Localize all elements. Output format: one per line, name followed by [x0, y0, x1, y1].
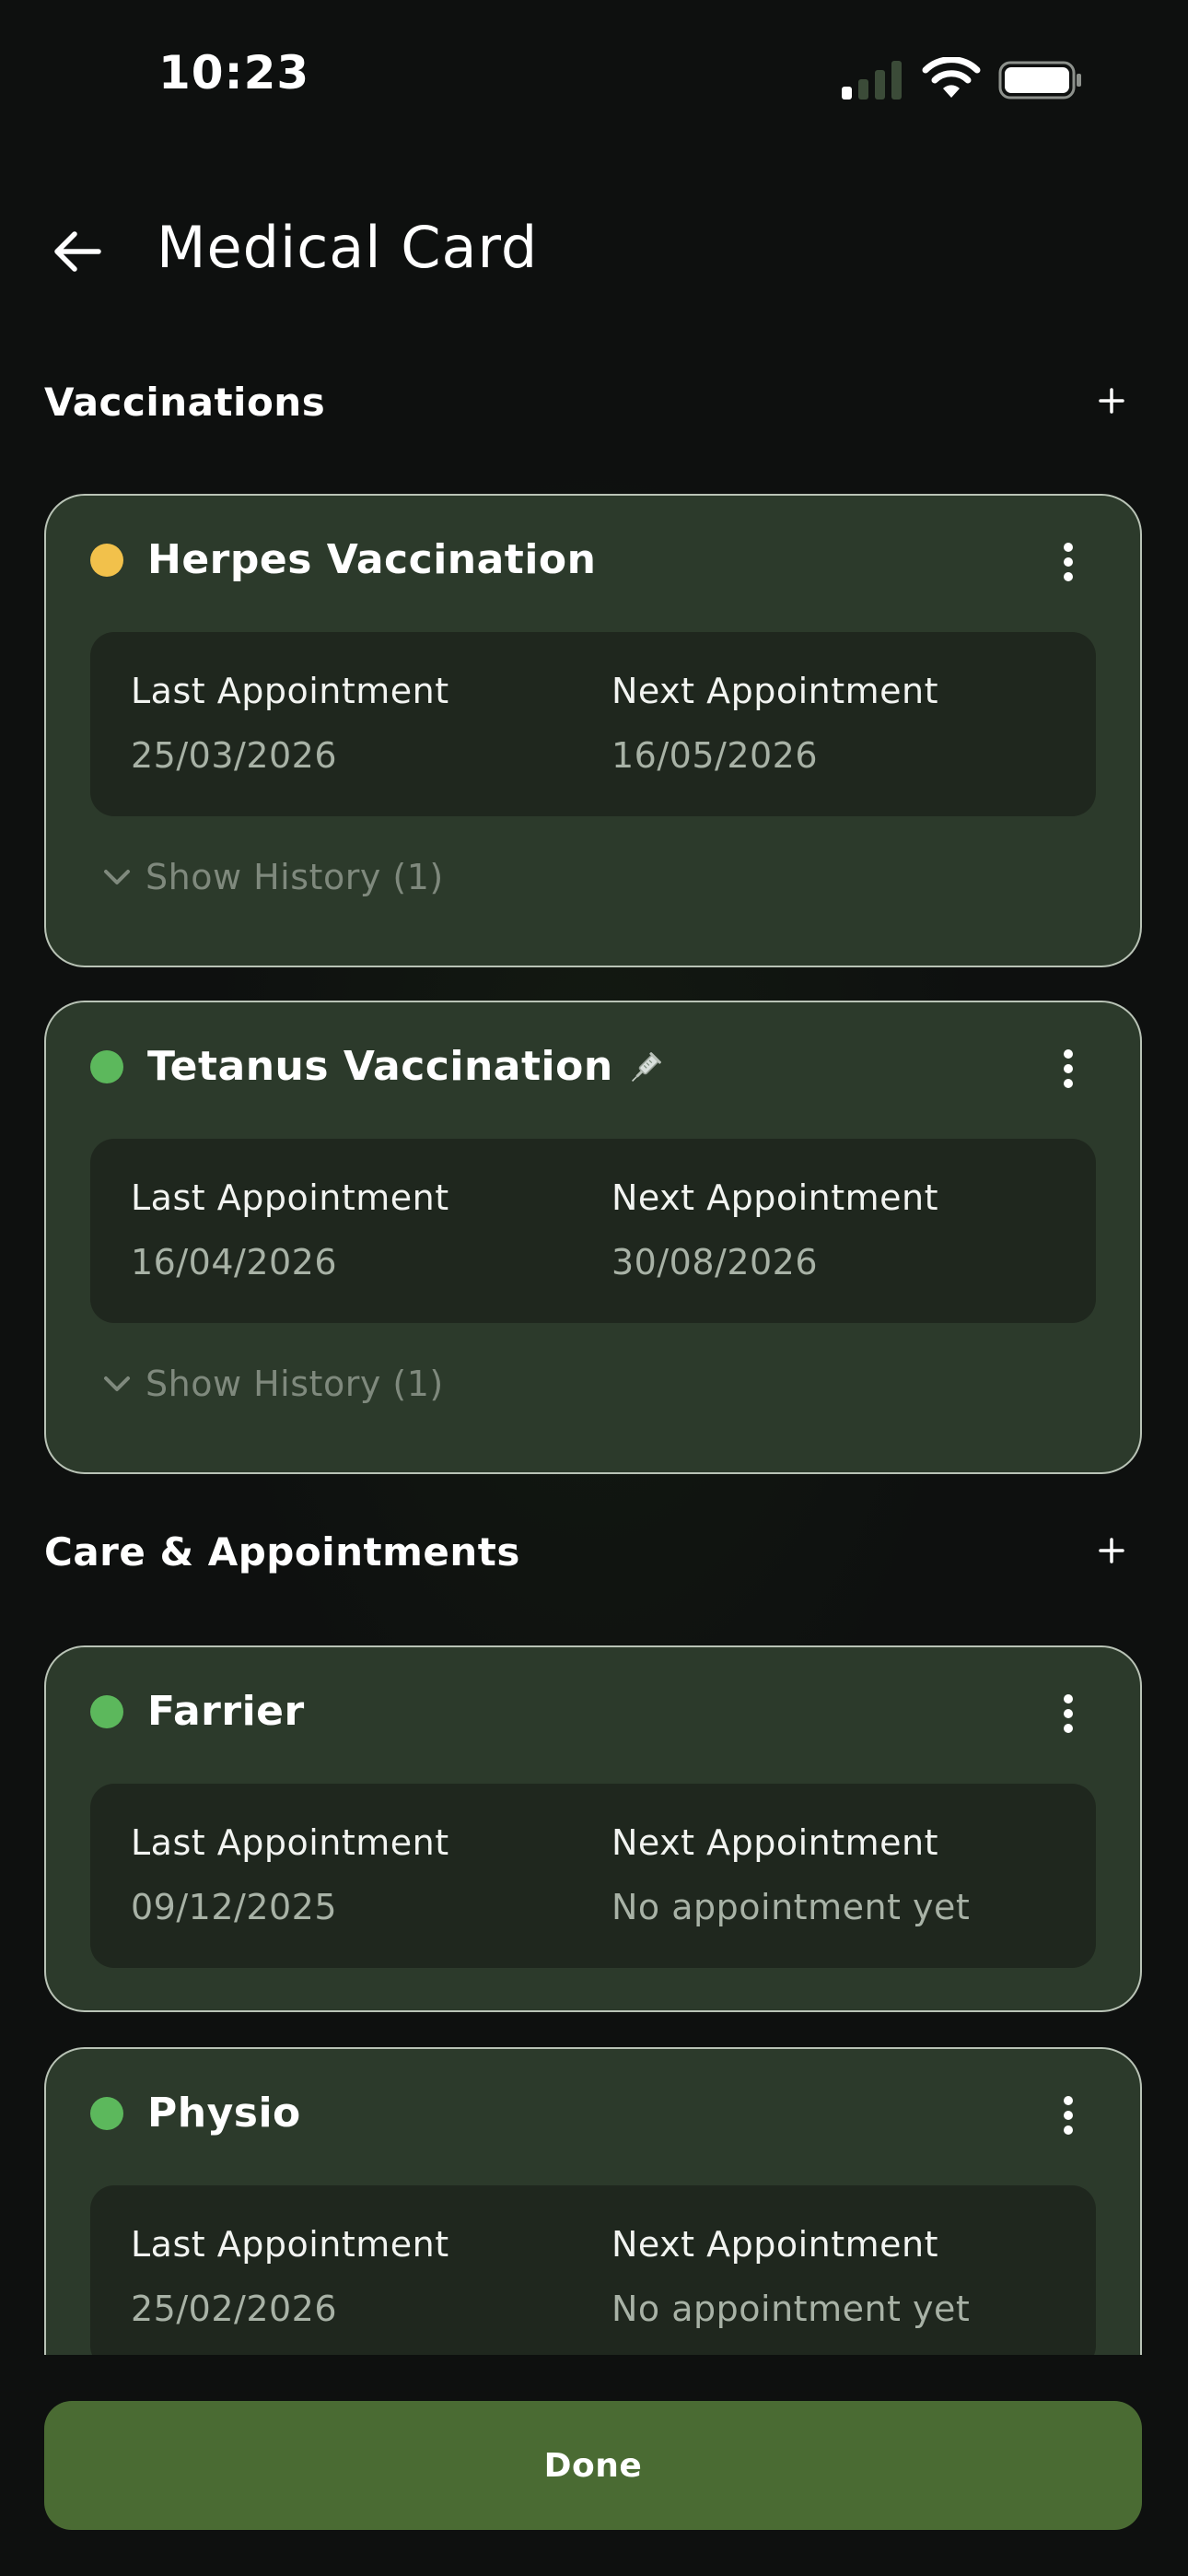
appointment-info: Last Appointment 16/04/2026 Next Appoint…	[90, 1139, 1096, 1323]
next-appointment-label: Next Appointment	[611, 1822, 939, 1863]
plus-icon	[1099, 388, 1124, 414]
status-bar: 10:23	[0, 0, 1188, 157]
status-dot	[90, 2097, 123, 2130]
appointment-info: Last Appointment 25/02/2026 Next Appoint…	[90, 2185, 1096, 2370]
back-button[interactable]	[39, 216, 116, 287]
appointment-info: Last Appointment 25/03/2026 Next Appoint…	[90, 632, 1096, 816]
last-appointment-value: 25/02/2026	[131, 2289, 338, 2329]
next-appointment-value: No appointment yet	[611, 1887, 971, 1927]
last-appointment-value: 16/04/2026	[131, 1242, 338, 1282]
more-options-button[interactable]	[1041, 1032, 1096, 1106]
show-history-button[interactable]: Show History (1)	[103, 849, 444, 905]
more-vertical-icon	[1064, 543, 1073, 581]
last-appointment-label: Last Appointment	[131, 2224, 449, 2265]
status-dot	[90, 544, 123, 577]
next-appointment-value: 16/05/2026	[611, 735, 819, 776]
next-appointment-value: 30/08/2026	[611, 1242, 819, 1282]
medical-card-screen: 10:23 Medical Card Vaccinations Herpes V…	[0, 0, 1188, 2576]
more-options-button[interactable]	[1041, 2078, 1096, 2152]
last-appointment-label: Last Appointment	[131, 1822, 449, 1863]
done-button[interactable]: Done	[44, 2401, 1142, 2530]
next-appointment-label: Next Appointment	[611, 2224, 939, 2265]
arrow-left-icon	[54, 231, 101, 272]
next-appointment-label: Next Appointment	[611, 1177, 939, 1218]
page-title: Medical Card	[157, 214, 539, 281]
add-care-button[interactable]	[1079, 1518, 1144, 1583]
card-title: Herpes Vaccination	[147, 536, 597, 583]
battery-icon	[998, 61, 1081, 100]
card-title: Tetanus Vaccination	[147, 1043, 613, 1090]
show-history-label: Show History (1)	[146, 1364, 444, 1404]
care-card-farrier[interactable]: Farrier Last Appointment 09/12/2025 Next…	[44, 1645, 1142, 2012]
cellular-signal-icon	[842, 61, 906, 100]
wifi-icon	[922, 57, 981, 98]
add-vaccination-button[interactable]	[1079, 369, 1144, 433]
more-vertical-icon	[1064, 1049, 1073, 1088]
chevron-down-icon	[104, 870, 130, 884]
more-options-button[interactable]	[1041, 525, 1096, 599]
vaccination-card-herpes[interactable]: Herpes Vaccination Last Appointment 25/0…	[44, 494, 1142, 967]
status-dot	[90, 1695, 123, 1728]
section-title-care: Care & Appointments	[44, 1529, 520, 1575]
status-dot	[90, 1050, 123, 1083]
more-options-button[interactable]	[1041, 1677, 1096, 1751]
appointment-info: Last Appointment 09/12/2025 Next Appoint…	[90, 1784, 1096, 1968]
last-appointment-label: Last Appointment	[131, 671, 449, 711]
last-appointment-label: Last Appointment	[131, 1177, 449, 1218]
more-vertical-icon	[1064, 2096, 1073, 2135]
chevron-down-icon	[104, 1376, 130, 1391]
next-appointment-value: No appointment yet	[611, 2289, 971, 2329]
more-vertical-icon	[1064, 1694, 1073, 1733]
last-appointment-value: 09/12/2025	[131, 1887, 338, 1927]
card-title-row: Tetanus Vaccination	[147, 1043, 663, 1090]
vaccination-card-tetanus[interactable]: Tetanus Vaccination Last Appointment 16/…	[44, 1001, 1142, 1474]
next-appointment-label: Next Appointment	[611, 671, 939, 711]
plus-icon	[1099, 1538, 1124, 1563]
status-time: 10:23	[158, 46, 310, 100]
show-history-button[interactable]: Show History (1)	[103, 1356, 444, 1411]
section-title-vaccinations: Vaccinations	[44, 380, 326, 425]
card-title: Physio	[147, 2090, 301, 2137]
card-title: Farrier	[147, 1688, 305, 1735]
last-appointment-value: 25/03/2026	[131, 735, 338, 776]
show-history-label: Show History (1)	[146, 857, 444, 897]
syringe-icon	[631, 1052, 661, 1082]
